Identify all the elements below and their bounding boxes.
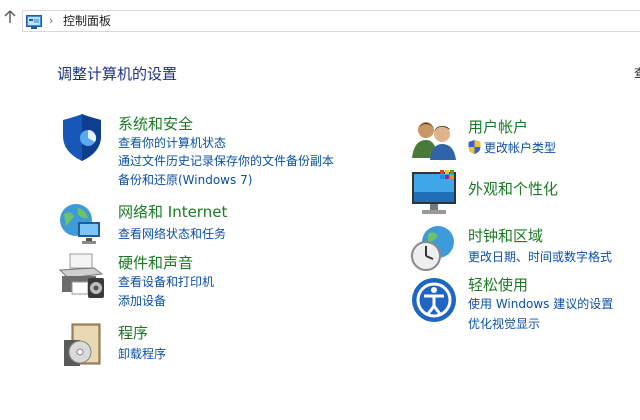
address-box[interactable]: › 控制面板 — [22, 10, 640, 32]
category-network-internet[interactable]: 网络和 Internet — [118, 202, 227, 222]
category-user-accounts[interactable]: 用户帐户 — [468, 117, 528, 137]
control-panel-icon — [26, 14, 42, 29]
up-arrow-icon[interactable] — [3, 10, 17, 28]
address-bar: › 控制面板 — [0, 0, 640, 44]
category-hardware-sound[interactable]: 硬件和声音 — [118, 253, 193, 273]
network-globe-icon[interactable] — [58, 200, 106, 248]
programs-disc-icon[interactable] — [58, 320, 106, 368]
user-accounts-icon[interactable] — [410, 116, 458, 164]
link-file-history-backup[interactable]: 通过文件历史记录保存你的文件备份副本 — [118, 153, 334, 169]
appearance-monitor-icon[interactable] — [410, 168, 458, 216]
category-programs[interactable]: 程序 — [118, 323, 148, 343]
link-recommended-settings[interactable]: 使用 Windows 建议的设置 — [468, 296, 613, 312]
category-clock-region[interactable]: 时钟和区域 — [468, 226, 543, 246]
link-change-account-type[interactable]: 更改帐户类型 — [468, 140, 556, 156]
link-optimize-visual-display[interactable]: 优化视觉显示 — [468, 316, 540, 332]
clock-globe-icon[interactable] — [410, 224, 458, 272]
ease-of-access-icon[interactable] — [410, 276, 458, 324]
link-change-account-type-label: 更改帐户类型 — [484, 141, 557, 155]
link-uninstall-program[interactable]: 卸载程序 — [118, 346, 166, 362]
breadcrumb-separator: › — [49, 14, 54, 27]
link-network-status[interactable]: 查看网络状态和任务 — [118, 226, 226, 242]
breadcrumb-control-panel[interactable]: 控制面板 — [63, 13, 111, 29]
link-change-date-time-format[interactable]: 更改日期、时间或数字格式 — [468, 249, 612, 265]
link-view-devices-printers[interactable]: 查看设备和打印机 — [118, 274, 214, 290]
category-system-security[interactable]: 系统和安全 — [118, 114, 193, 134]
system-security-shield-icon[interactable] — [58, 114, 106, 162]
printer-hardware-icon[interactable] — [58, 252, 106, 300]
category-appearance-personalization[interactable]: 外观和个性化 — [468, 179, 558, 199]
uac-shield-icon — [468, 140, 481, 154]
link-add-device[interactable]: 添加设备 — [118, 293, 166, 309]
category-ease-of-access[interactable]: 轻松使用 — [468, 275, 528, 295]
view-by-label[interactable]: 查 — [634, 64, 640, 81]
link-backup-restore[interactable]: 备份和还原(Windows 7) — [118, 172, 252, 188]
link-view-computer-status[interactable]: 查看你的计算机状态 — [118, 135, 226, 151]
page-title: 调整计算机的设置 — [57, 65, 178, 83]
